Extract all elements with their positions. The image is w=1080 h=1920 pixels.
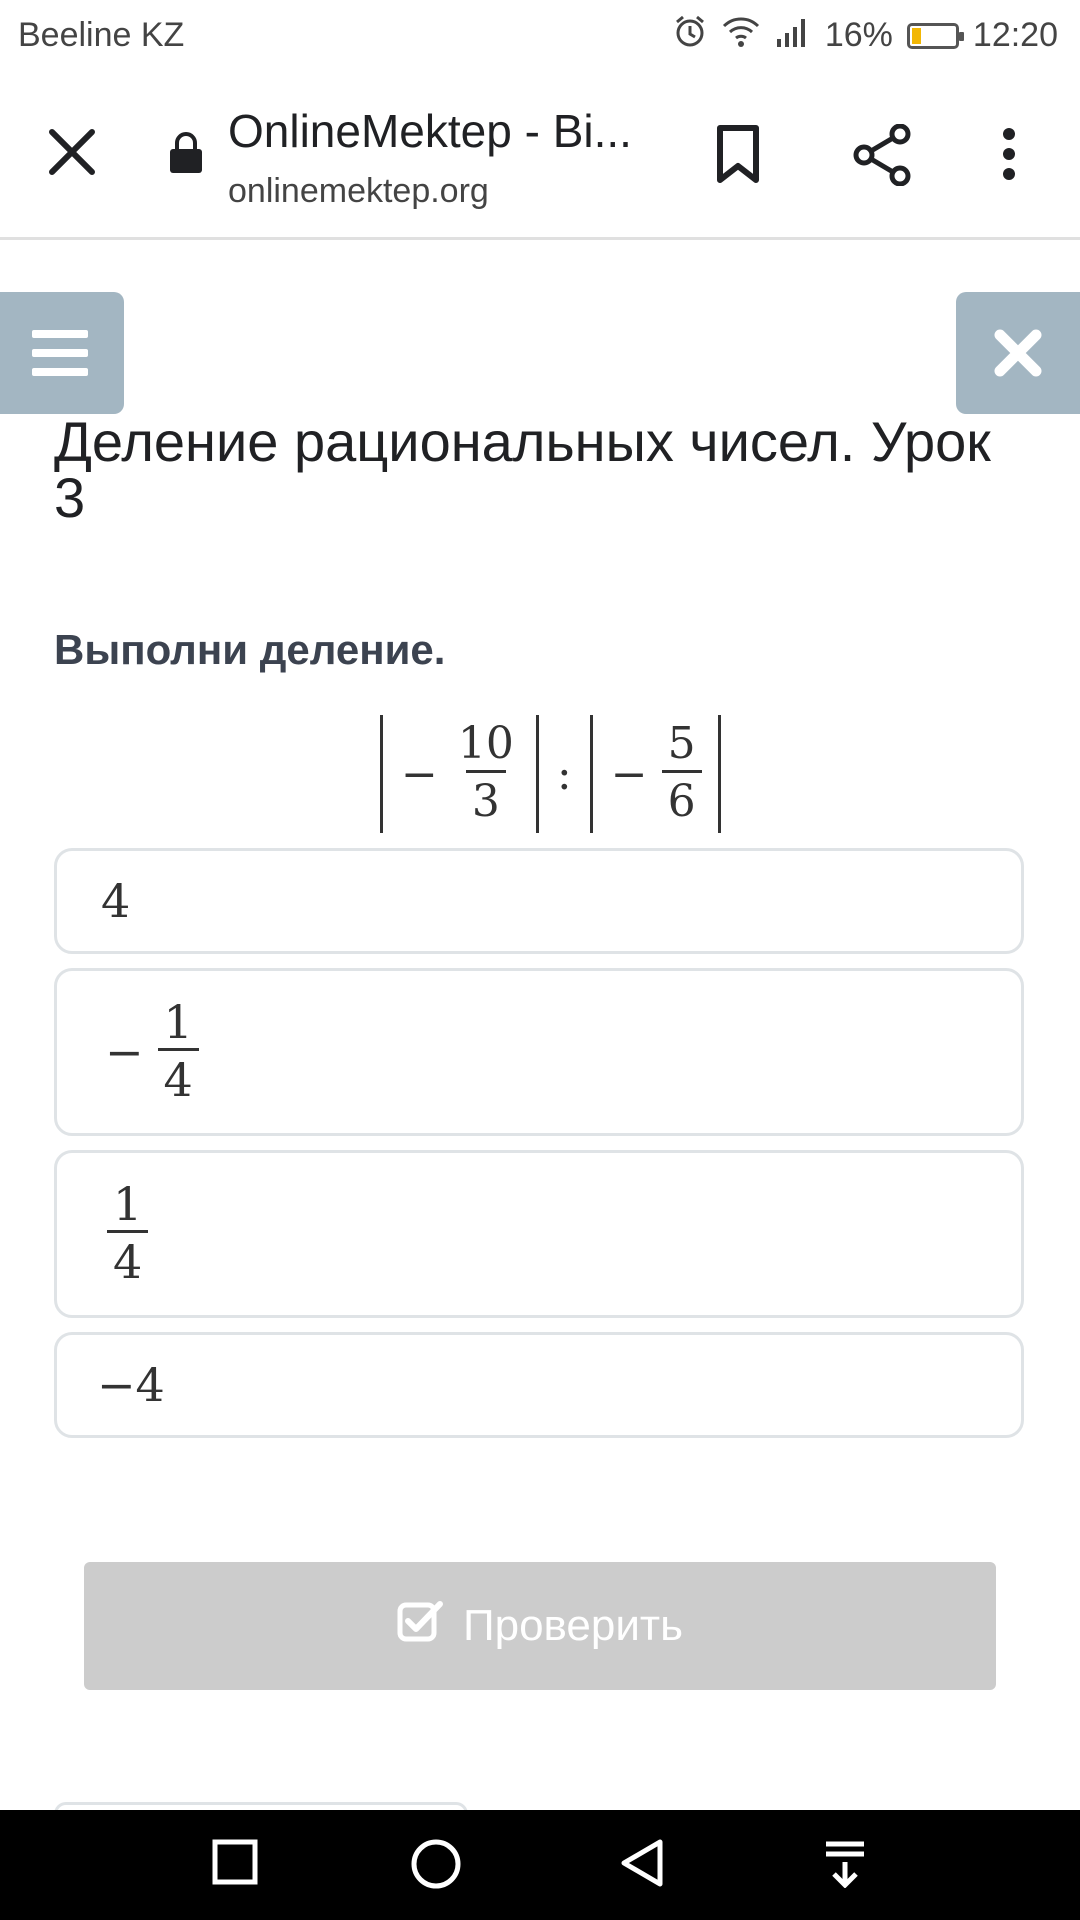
denominator: 3	[465, 769, 506, 831]
option-value: −4	[97, 1358, 165, 1412]
signal-icon	[775, 15, 811, 56]
battery-percent: 16%	[824, 16, 893, 54]
fraction: 10 3	[452, 718, 520, 831]
close-icon[interactable]	[42, 122, 102, 182]
fraction: 5 6	[661, 717, 702, 831]
share-icon[interactable]	[852, 123, 912, 191]
checkbox-icon	[397, 1600, 443, 1653]
option-value: 4	[101, 874, 131, 928]
minus-sign: −	[105, 1025, 144, 1079]
fraction: 1 4	[157, 994, 199, 1109]
close-icon	[994, 329, 1042, 382]
status-bar: Beeline KZ 16% 12:20	[0, 0, 1080, 74]
menu-button[interactable]	[0, 292, 124, 414]
bookmark-icon[interactable]	[712, 124, 764, 189]
home-icon[interactable]	[410, 1838, 462, 1895]
fraction: 1 4	[107, 1176, 149, 1291]
notifications-pull-icon[interactable]	[820, 1838, 870, 1893]
abs-value-left: − 10 3	[380, 715, 539, 833]
more-vert-icon[interactable]	[998, 126, 1020, 187]
numerator: 10	[457, 717, 514, 769]
page-url[interactable]: onlinemektep.org	[228, 172, 489, 211]
back-icon[interactable]	[618, 1838, 666, 1893]
answer-option-1[interactable]: 4	[54, 848, 1024, 954]
check-button[interactable]: Проверить	[84, 1562, 996, 1690]
close-lesson-button[interactable]	[956, 292, 1080, 414]
answer-option-2[interactable]: − 1 4	[54, 968, 1024, 1136]
numerator: 1	[163, 994, 193, 1049]
abs-value-right: − 5 6	[589, 715, 721, 833]
battery-icon	[906, 22, 964, 49]
minus-sign: −	[610, 748, 648, 800]
lesson-title: Деление рациональных чисел. Урок 3	[54, 410, 991, 529]
answer-option-3[interactable]: 1 4	[54, 1150, 1024, 1318]
denominator: 6	[661, 769, 702, 831]
task-instruction: Выполни деление.	[54, 626, 446, 673]
lock-icon	[168, 130, 204, 179]
denominator: 4	[157, 1047, 199, 1109]
minus-sign: −	[401, 748, 438, 800]
page-title: OnlineMektep - Bi...	[228, 105, 632, 157]
check-button-label: Проверить	[462, 1601, 684, 1650]
system-nav-bar	[0, 1810, 1080, 1920]
answer-option-4[interactable]: −4	[54, 1332, 1024, 1438]
denominator: 4	[107, 1229, 149, 1291]
carrier-name: Beeline KZ	[18, 16, 185, 54]
alarm-icon	[673, 14, 707, 57]
browser-toolbar: OnlineMektep - Bi... onlinemektep.org	[0, 74, 1080, 240]
math-expression: − 10 3 : − 5 6	[380, 712, 721, 836]
numerator: 5	[667, 717, 696, 769]
numerator: 1	[113, 1176, 143, 1231]
division-operator: :	[556, 748, 572, 800]
clock: 12:20	[972, 16, 1058, 54]
wifi-icon	[721, 14, 761, 57]
recent-apps-icon[interactable]	[212, 1838, 258, 1891]
